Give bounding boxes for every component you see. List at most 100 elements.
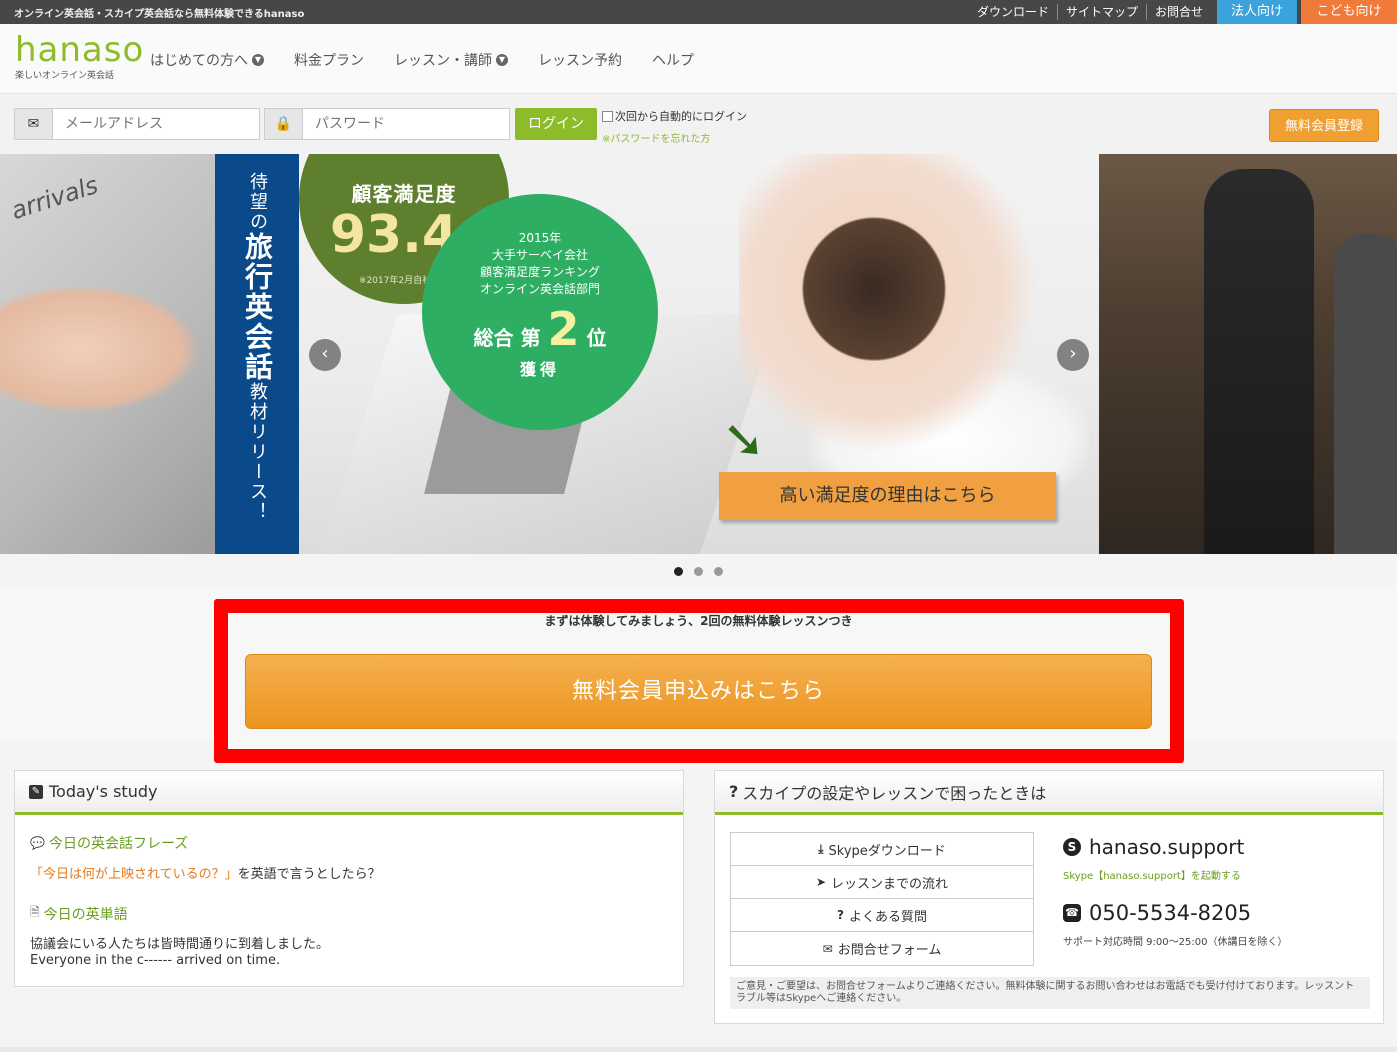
skype-id-text: hanaso.support [1089, 835, 1245, 859]
word-sentence-en: Everyone in the c------ arrived on time. [30, 953, 281, 968]
envelope-icon: ✉ [822, 941, 833, 956]
slider-next-button[interactable]: › [1057, 339, 1089, 371]
phrase-highlight: 「今日は何が上映されているの？」 [30, 867, 238, 882]
forgot-password-link[interactable]: ※パスワードを忘れた方 [602, 130, 710, 145]
award-rank-number: 2 [547, 302, 580, 356]
faq-link[interactable]: ? よくある質問 [731, 899, 1033, 932]
nav-beginners[interactable]: はじめての方へ ▼ [150, 50, 264, 70]
award-badge: 2015年 大手サーベイ会社 顧客満足度ランキング オンライン英会話部門 総合 … [422, 194, 658, 430]
phrase-title[interactable]: 💬 今日の英会話フレーズ [30, 833, 188, 853]
logo-text: hanaso [15, 30, 145, 70]
skype-icon: S [1063, 838, 1081, 856]
login-bar: ✉ 🔒 ログイン 次回から自動的にログイン ※パスワードを忘れた方 無料会員登録 [0, 94, 1397, 154]
award-get: 獲得 [519, 360, 560, 379]
award-rank-prefix: 総合 第 [473, 326, 541, 350]
skype-id: Shanaso.support [1063, 835, 1244, 859]
slide-main[interactable]: 顧客満足度 93.4% ※2017年2月自社調べ 2015年 大手サーベイ会社 … [299, 154, 1099, 554]
kids-button[interactable]: こども向け [1301, 0, 1397, 24]
email-input[interactable] [53, 109, 259, 139]
nav-help[interactable]: ヘルプ [652, 50, 694, 70]
banner-small-text: 待望の [247, 172, 268, 232]
panel-title: Today's study [49, 782, 158, 801]
help-note: ご意見・ご要望は、お問合せフォームよりご連絡ください。無料体験に関するお問い合わ… [730, 977, 1370, 1009]
help-links: ⤓ Skypeダウンロード ➤ レッスンまでの流れ ? よくある質問 ✉ お問合せフォー… [730, 832, 1034, 966]
satisfaction-label: 顧客満足度 [351, 182, 457, 206]
chevron-down-icon: ▼ [252, 54, 264, 66]
free-signup-button[interactable]: 無料会員申込みはこちら [245, 654, 1152, 729]
top-bar: オンライン英会話・スカイプ英会話なら無料体験できるhanaso ダウンロード サ… [0, 0, 1397, 24]
word-title[interactable]: 🗎 今日の英単語 [30, 903, 128, 924]
login-button[interactable]: ログイン [515, 108, 597, 140]
link-label: よくある質問 [848, 909, 927, 925]
footer-divider [0, 1047, 1397, 1052]
question-icon: ? [729, 782, 739, 801]
nav-lessons-teachers[interactable]: レッスン・講師 ▼ [394, 50, 508, 70]
envelope-icon: ✉ [15, 109, 53, 139]
speech-bubble-icon: 💬 [30, 836, 45, 850]
arrivals-sign: arrivals [7, 170, 102, 226]
word-title-text: 今日の英単語 [43, 906, 128, 923]
auto-login-label: 次回から自動的にログイン [615, 110, 747, 123]
slider-prev-button[interactable]: ‹ [309, 339, 341, 371]
todays-study-panel: ✎ Today's study 💬 今日の英会話フレーズ 「今日は何が上映されてい… [14, 770, 684, 987]
word-document-icon: 🗎 [30, 905, 40, 919]
word-sentence-jp: 協議会にいる人たちは皆時間通りに到着しました。 [30, 937, 330, 952]
person-image [739, 154, 1039, 454]
free-register-button[interactable]: 無料会員登録 [1269, 109, 1379, 142]
lock-icon: 🔒 [265, 109, 303, 139]
link-label: お問合せフォーム [837, 943, 942, 958]
satisfaction-reason-button[interactable]: 高い満足度の理由はこちら [719, 472, 1056, 520]
logo[interactable]: hanaso 楽しいオンライン英会話 [15, 30, 144, 81]
slider-dots [674, 567, 734, 576]
site-tagline: オンライン英会話・スカイプ英会話なら無料体験できるhanaso [14, 9, 305, 20]
panel-header: ✎ Today's study [15, 771, 683, 815]
nav-label: はじめての方へ [150, 53, 248, 69]
nav-label: レッスン予約 [538, 53, 622, 69]
chevron-down-icon: ▼ [496, 54, 508, 66]
corporate-button[interactable]: 法人向け [1217, 0, 1297, 24]
question-icon: ? [837, 908, 844, 922]
hero-slider: arrivals 待望の旅行英会話教材リリース！ 顧客満足度 93.4% ※20… [0, 154, 1397, 554]
phrase-text[interactable]: 「今日は何が上映されているの？」を英語で言うとしたら？ [30, 863, 381, 882]
slider-dot[interactable] [714, 567, 723, 576]
pointer-icon: ➤ [815, 875, 827, 889]
password-input[interactable] [303, 109, 509, 139]
sitemap-link[interactable]: サイトマップ [1058, 4, 1147, 20]
pencil-icon: ✎ [29, 784, 43, 799]
contact-link[interactable]: お問合せ [1147, 4, 1211, 20]
travel-english-text: 待望の旅行英会話教材リリース！ [241, 172, 274, 522]
signup-lead: まずは体験してみましょう、2回の無料体験レッスンつき [544, 614, 853, 628]
nav-label: レッスン・講師 [394, 53, 492, 69]
main-nav: はじめての方へ ▼ 料金プラン レッスン・講師 ▼ レッスン予約 ヘルプ [150, 50, 724, 70]
skype-start-link[interactable]: Skype【hanaso.support】を起動する [1063, 867, 1241, 882]
slider-dot[interactable] [674, 567, 683, 576]
auto-login[interactable]: 次回から自動的にログイン [602, 108, 747, 124]
nav-reservation[interactable]: レッスン予約 [538, 50, 622, 70]
link-label: Skypeダウンロード [828, 843, 946, 859]
password-field-wrap: 🔒 [264, 108, 510, 140]
slide-prev-image[interactable]: arrivals [0, 154, 215, 554]
businesswoman-image [1334, 234, 1397, 554]
award-line: オンライン英会話部門 [479, 282, 600, 296]
slide-next-image[interactable] [1099, 154, 1397, 554]
slider-dot[interactable] [694, 567, 703, 576]
panel-title: スカイプの設定やレッスンで困ったときは [742, 783, 1047, 803]
nav-label: ヘルプ [652, 53, 694, 69]
arrow-down-icon: ➘ [722, 410, 766, 470]
travel-english-banner[interactable]: 待望の旅行英会話教材リリース！ [215, 154, 299, 554]
nav-label: 料金プラン [294, 53, 364, 69]
auto-login-checkbox[interactable] [602, 110, 613, 122]
phrase-rest: を英語で言うとしたら？ [237, 867, 381, 882]
phone-number: ☎ 050-5534-8205 [1063, 901, 1251, 925]
download-link[interactable]: ダウンロード [969, 4, 1058, 20]
lesson-flow-link[interactable]: ➤ レッスンまでの流れ [731, 866, 1033, 899]
skype-download-link[interactable]: ⤓ Skypeダウンロード [731, 833, 1033, 866]
award-rank-suffix: 位 [586, 326, 607, 350]
nav-pricing[interactable]: 料金プラン [294, 50, 364, 70]
phone-text: 050-5534-8205 [1089, 901, 1252, 925]
contact-form-link[interactable]: ✉ お問合せフォーム [731, 932, 1033, 965]
banner-small-text-2: 教材リリース！ [247, 382, 268, 522]
header: hanaso 楽しいオンライン英会話 はじめての方へ ▼ 料金プラン レッスン・講… [0, 24, 1397, 94]
award-line: 大手サーベイ会社 [491, 248, 588, 262]
top-links: ダウンロード サイトマップ お問合せ [969, 4, 1211, 20]
